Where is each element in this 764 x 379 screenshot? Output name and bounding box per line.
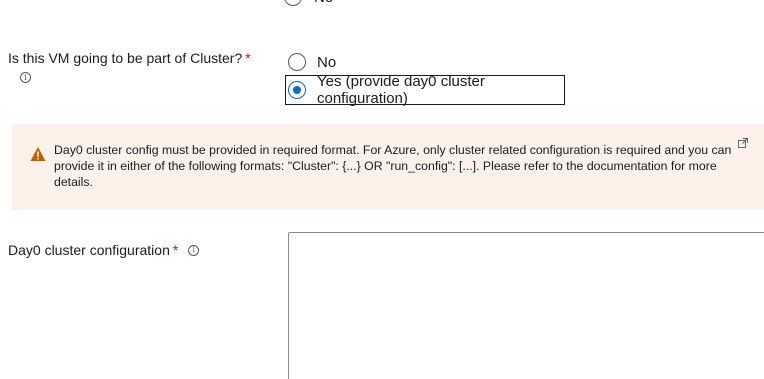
radio-button-yes[interactable] [288, 81, 306, 99]
day0-config-label: Day0 cluster configuration * i [8, 242, 200, 258]
external-link-icon[interactable] [738, 138, 748, 148]
day0-config-textarea[interactable] [288, 232, 764, 379]
info-icon[interactable]: i [20, 72, 31, 83]
radio-label: No [314, 0, 333, 6]
info-icon[interactable]: i [188, 244, 200, 256]
radio-option-no[interactable]: No [288, 48, 564, 76]
warning-icon [30, 147, 46, 161]
cluster-question-label: Is this VM going to be part of Cluster? * [8, 50, 251, 66]
required-asterisk: * [245, 50, 251, 66]
radio-button-no[interactable] [288, 53, 306, 71]
radio-option-yes[interactable]: Yes (provide day0 cluster configuration) [285, 73, 565, 107]
previous-radio-option[interactable]: No [284, 0, 333, 6]
page: No Is this VM going to be part of Cluste… [0, 0, 764, 379]
radio-label-yes: Yes (provide day0 cluster configuration) [317, 73, 485, 107]
day0-config-text: Day0 cluster configuration [8, 242, 170, 258]
cluster-radio-group: No Yes (provide day0 cluster configurati… [285, 48, 565, 107]
warning-banner: Day0 cluster config must be provided in … [12, 124, 764, 210]
required-asterisk: * [172, 242, 179, 258]
cluster-question-text: Is this VM going to be part of Cluster? [8, 50, 243, 66]
warning-message: Day0 cluster config must be provided in … [54, 143, 732, 189]
radio-label-no: No [317, 53, 337, 71]
radio-button[interactable] [284, 0, 302, 6]
